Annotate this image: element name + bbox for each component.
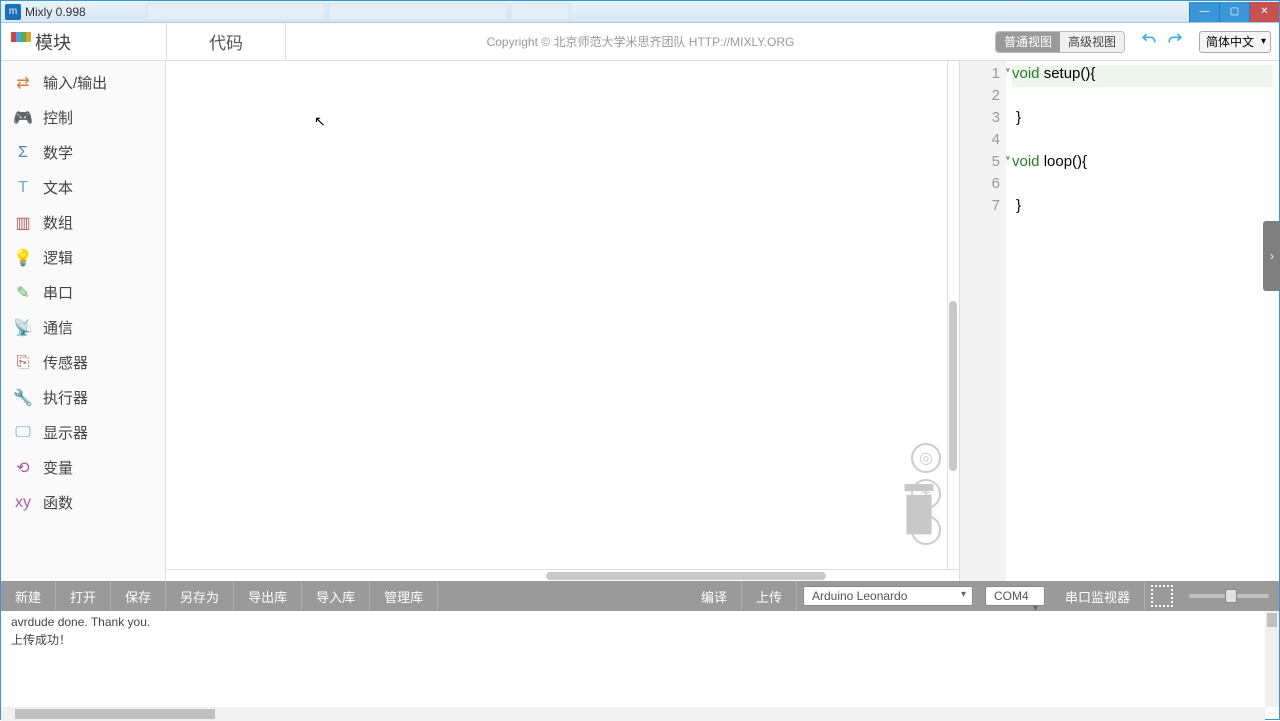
category-label: 串口 [43, 282, 73, 303]
category-icon: T [13, 178, 33, 198]
app-icon: m [5, 4, 21, 20]
normal-view-button[interactable]: 普通视图 [996, 32, 1060, 52]
code-tab[interactable]: 代码 [166, 23, 286, 61]
minimize-button[interactable]: — [1189, 2, 1219, 22]
sidebar-item-6[interactable]: ✎ 串口 [1, 275, 165, 310]
canvas-horizontal-scrollbar[interactable] [166, 569, 959, 581]
title-bar: m Mixly 0.998 — ▢ ✕ [1, 1, 1279, 23]
save-button[interactable]: 保存 [111, 581, 166, 611]
sidebar-item-1[interactable]: 🎮 控制 [1, 100, 165, 135]
sidebar-item-7[interactable]: 📡 通信 [1, 310, 165, 345]
sidebar-item-9[interactable]: 🔧 执行器 [1, 380, 165, 415]
open-button[interactable]: 打开 [56, 581, 111, 611]
category-icon: ⇄ [13, 73, 33, 93]
code-gutter: 1234567 [960, 61, 1006, 581]
sidebar-item-11[interactable]: ⟲ 变量 [1, 450, 165, 485]
cursor-icon: ↖ [314, 113, 326, 130]
code-editor[interactable]: void setup(){ }void loop(){ } [1006, 61, 1279, 581]
export-button[interactable]: 导出库 [234, 581, 302, 611]
category-icon: ⟲ [13, 458, 33, 478]
category-label: 文本 [43, 177, 73, 198]
language-select[interactable]: 简体中文 [1199, 31, 1271, 53]
category-label: 函数 [43, 492, 73, 513]
new-button[interactable]: 新建 [1, 581, 56, 611]
compile-button[interactable]: 编译 [687, 581, 742, 611]
category-label: 通信 [43, 317, 73, 338]
console-horizontal-scrollbar[interactable] [1, 707, 1265, 721]
category-icon: ✎ [13, 283, 33, 303]
manage-button[interactable]: 管理库 [370, 581, 438, 611]
redo-button[interactable] [1165, 29, 1185, 54]
category-label: 变量 [43, 457, 73, 478]
sidebar-item-2[interactable]: Σ 数学 [1, 135, 165, 170]
blocks-label: 模块 [35, 29, 71, 55]
import-button[interactable]: 导入库 [302, 581, 370, 611]
category-icon: 🎮 [13, 108, 33, 128]
serial-monitor-button[interactable]: 串口监视器 [1051, 581, 1145, 611]
sidebar-item-5[interactable]: 💡 逻辑 [1, 240, 165, 275]
advanced-view-button[interactable]: 高级视图 [1060, 32, 1124, 52]
center-button[interactable]: ◎ [911, 443, 941, 473]
sidebar-item-3[interactable]: T 文本 [1, 170, 165, 205]
category-label: 显示器 [43, 422, 88, 443]
taskbar-tabs [146, 3, 570, 21]
category-icon: 💡 [13, 248, 33, 268]
sidebar-item-12[interactable]: xy 函数 [1, 485, 165, 520]
blocks-tab[interactable]: 模块 [1, 23, 166, 61]
category-label: 数学 [43, 142, 73, 163]
category-icon: xy [13, 493, 33, 513]
category-icon: 🔧 [13, 388, 33, 408]
undo-button[interactable] [1139, 29, 1159, 54]
category-sidebar: ⇄ 输入/输出 🎮 控制 Σ 数学 T 文本 ▥ 数组 💡 逻辑 ✎ 串口 📡 通信 ⎘ 传感器 🔧 执行器 🖵 显示器 ⟲… [1, 61, 166, 581]
output-console: avrdude done. Thank you.上传成功！ [1, 611, 1279, 707]
category-label: 传感器 [43, 352, 88, 373]
category-label: 输入/输出 [43, 72, 107, 93]
board-select[interactable]: Arduino Leonardo [803, 586, 973, 606]
upload-button[interactable]: 上传 [742, 581, 797, 611]
collapse-handle[interactable]: › [1263, 221, 1280, 291]
sidebar-item-10[interactable]: 🖵 显示器 [1, 415, 165, 450]
port-select[interactable]: COM4 [985, 586, 1045, 606]
close-button[interactable]: ✕ [1249, 2, 1279, 22]
sidebar-item-4[interactable]: ▥ 数组 [1, 205, 165, 240]
maximize-button[interactable]: ▢ [1219, 2, 1249, 22]
console-vertical-scrollbar[interactable] [1265, 611, 1279, 707]
zoom-slider[interactable] [1189, 594, 1269, 598]
category-label: 控制 [43, 107, 73, 128]
copyright-text: Copyright © 北京师范大学米思齐团队 HTTP://MIXLY.ORG [286, 33, 995, 50]
category-icon: Σ [13, 143, 33, 163]
view-selector: 普通视图 高级视图 [995, 31, 1125, 53]
app-title: Mixly 0.998 [25, 5, 86, 19]
category-icon: ▥ [13, 213, 33, 233]
sidebar-item-0[interactable]: ⇄ 输入/输出 [1, 65, 165, 100]
trash-icon[interactable] [897, 484, 941, 543]
bottom-toolbar: 新建 打开 保存 另存为 导出库 导入库 管理库 编译 上传 Arduino L… [1, 581, 1279, 611]
top-toolbar: 模块 代码 Copyright © 北京师范大学米思齐团队 HTTP://MIX… [1, 23, 1279, 61]
category-label: 逻辑 [43, 247, 73, 268]
chip-icon [1151, 585, 1173, 607]
category-icon: 📡 [13, 318, 33, 338]
code-panel: 1234567 void setup(){ }void loop(){ } › [959, 61, 1279, 581]
saveas-button[interactable]: 另存为 [166, 581, 234, 611]
category-icon: 🖵 [13, 423, 33, 443]
category-label: 执行器 [43, 387, 88, 408]
blocks-canvas[interactable]: ↖ ◎ + − [166, 61, 959, 581]
canvas-vertical-scrollbar[interactable] [947, 61, 959, 569]
category-label: 数组 [43, 212, 73, 233]
puzzle-icon [11, 32, 31, 52]
sidebar-item-8[interactable]: ⎘ 传感器 [1, 345, 165, 380]
category-icon: ⎘ [13, 353, 33, 373]
